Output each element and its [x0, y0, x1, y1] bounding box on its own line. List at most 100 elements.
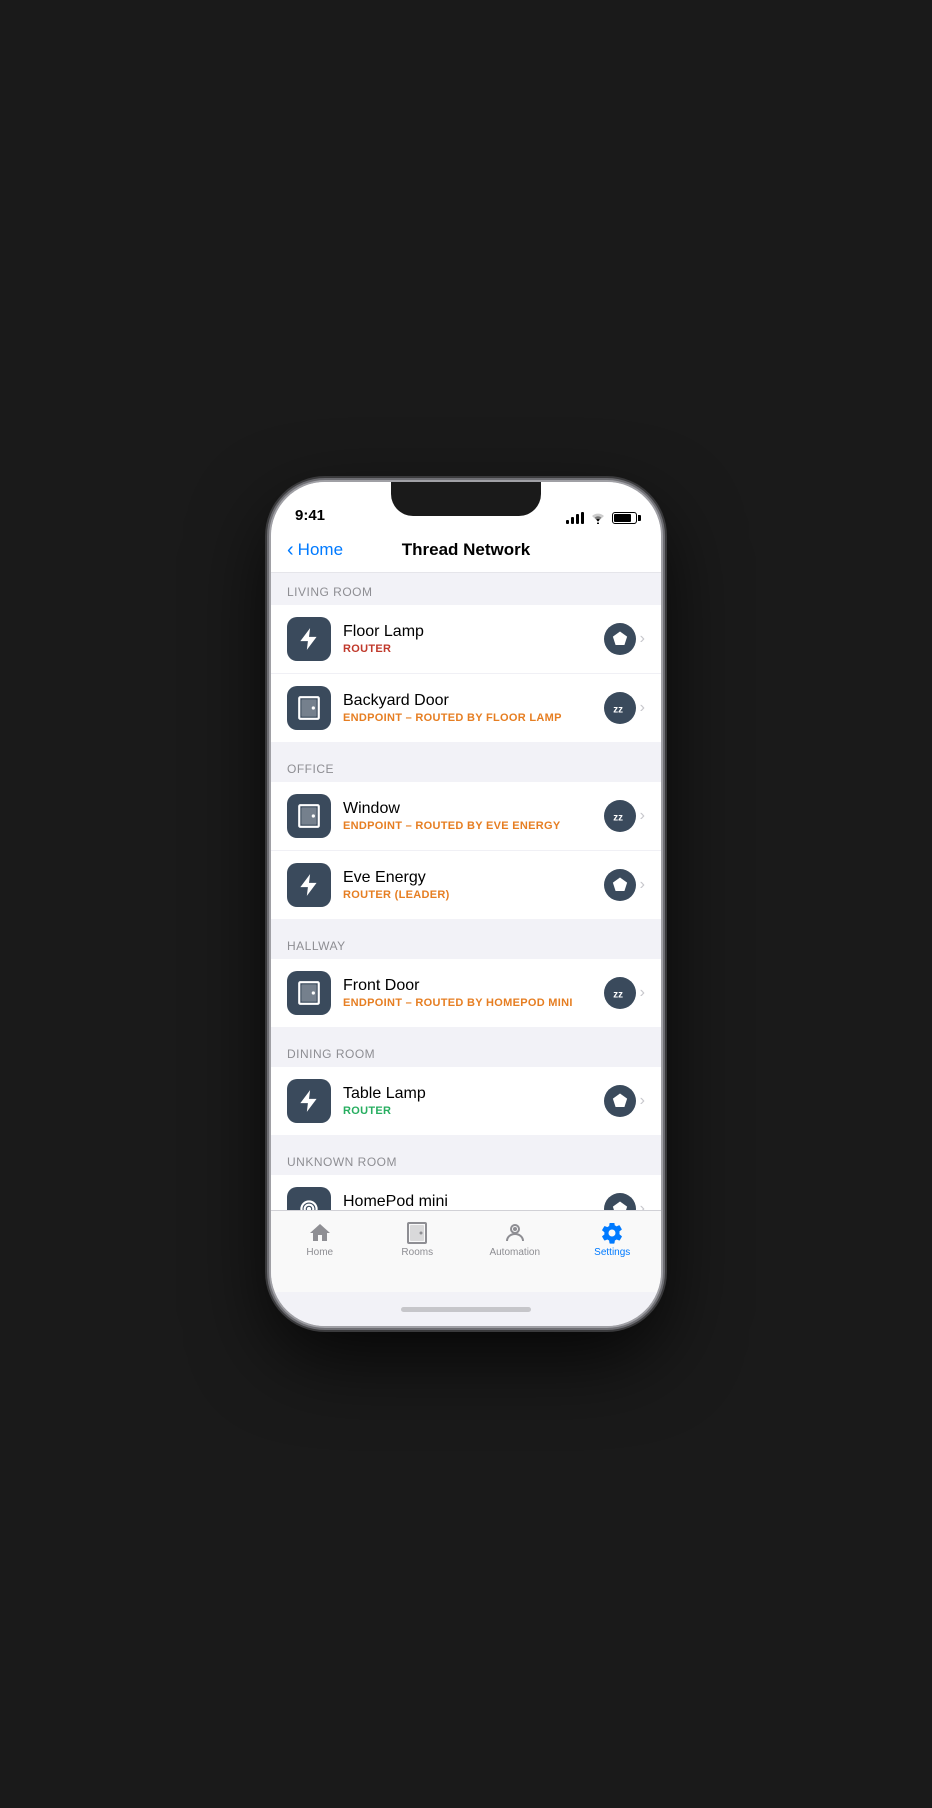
gap-2 [271, 919, 661, 927]
svg-text:zz: zz [613, 705, 623, 716]
back-label: Home [298, 540, 343, 560]
device-name-homepod-mini: HomePod mini [343, 1193, 592, 1210]
nav-header: ‹ Home Thread Network [271, 532, 661, 573]
tab-icon-rooms [405, 1221, 429, 1245]
tab-settings[interactable]: Settings [564, 1219, 662, 1258]
chevron-right-icon: › [640, 699, 645, 717]
device-icon-backyard-door [287, 686, 331, 730]
phone-frame: 9:41 [271, 482, 661, 1326]
door-icon-3 [296, 980, 322, 1006]
chevron-right-icon: › [640, 1200, 645, 1210]
bolt-icon-2 [296, 872, 322, 898]
pentagon-icon [611, 630, 629, 648]
device-info-eve-energy: Eve Energy ROUTER (LEADER) [343, 869, 592, 901]
tab-icon-automation [503, 1221, 527, 1245]
device-list-living-room: Floor Lamp ROUTER › [271, 605, 661, 742]
section-header-unknown-room: UNKNOWN ROOM [271, 1143, 661, 1175]
device-info-front-door: Front Door ENDPOINT – ROUTED BY HOMEPOD … [343, 977, 592, 1009]
tab-label-rooms: Rooms [401, 1247, 433, 1258]
section-header-hallway: HALLWAY [271, 927, 661, 959]
device-info-backyard-door: Backyard Door ENDPOINT – ROUTED BY FLOOR… [343, 692, 592, 724]
tab-bar: Home Rooms [271, 1210, 661, 1292]
door-icon [296, 695, 322, 721]
node-badge-front-door: zz [604, 977, 636, 1009]
section-header-living-room: LIVING ROOM [271, 573, 661, 605]
device-row-front-door[interactable]: Front Door ENDPOINT – ROUTED BY HOMEPOD … [271, 959, 661, 1027]
device-row-backyard-door[interactable]: Backyard Door ENDPOINT – ROUTED BY FLOOR… [271, 674, 661, 742]
device-right-table-lamp: › [604, 1085, 645, 1117]
device-row-eve-energy[interactable]: Eve Energy ROUTER (LEADER) › [271, 851, 661, 919]
device-name-table-lamp: Table Lamp [343, 1085, 592, 1103]
section-office: OFFICE Window ENDPOI [271, 750, 661, 919]
section-header-dining-room: DINING ROOM [271, 1035, 661, 1067]
device-list-unknown-room: HomePod mini ROUTER › [271, 1175, 661, 1210]
settings-icon [600, 1221, 624, 1245]
home-bar [401, 1307, 531, 1312]
device-right-backyard-door: zz › [604, 692, 645, 724]
wifi-icon [590, 512, 606, 524]
section-living-room: LIVING ROOM Floor Lamp ROUTER [271, 573, 661, 742]
device-name-backyard-door: Backyard Door [343, 692, 592, 710]
tab-automation[interactable]: Automation [466, 1219, 564, 1258]
device-right-floor-lamp: › [604, 623, 645, 655]
bolt-icon-3 [296, 1088, 322, 1114]
pentagon-icon-2 [611, 876, 629, 894]
device-icon-front-door [287, 971, 331, 1015]
door-icon-2 [296, 803, 322, 829]
device-role-front-door: ENDPOINT – ROUTED BY HOMEPOD MINI [343, 997, 592, 1009]
battery-icon [612, 512, 637, 524]
status-icons [566, 512, 637, 524]
gap-1 [271, 742, 661, 750]
homepod-icon [296, 1196, 322, 1210]
svg-text:zz: zz [613, 813, 623, 824]
device-row-homepod-mini[interactable]: HomePod mini ROUTER › [271, 1175, 661, 1210]
tab-label-settings: Settings [594, 1247, 630, 1258]
tab-rooms[interactable]: Rooms [369, 1219, 467, 1258]
device-icon-floor-lamp [287, 617, 331, 661]
zzz-icon: zz [611, 699, 629, 717]
home-icon [308, 1221, 332, 1245]
svg-text:zz: zz [613, 990, 623, 1001]
home-indicator [271, 1292, 661, 1326]
device-role-floor-lamp: ROUTER [343, 643, 592, 655]
content-scroll[interactable]: LIVING ROOM Floor Lamp ROUTER [271, 573, 661, 1210]
node-badge-eve-energy [604, 869, 636, 901]
device-icon-window [287, 794, 331, 838]
node-badge-backyard-door: zz [604, 692, 636, 724]
rooms-icon [405, 1221, 429, 1245]
chevron-right-icon: › [640, 1092, 645, 1110]
node-badge-floor-lamp [604, 623, 636, 655]
device-role-table-lamp: ROUTER [343, 1105, 592, 1117]
back-button[interactable]: ‹ Home [287, 540, 343, 560]
device-icon-table-lamp [287, 1079, 331, 1123]
section-header-office: OFFICE [271, 750, 661, 782]
gap-4 [271, 1135, 661, 1143]
device-role-eve-energy: ROUTER (LEADER) [343, 889, 592, 901]
device-name-front-door: Front Door [343, 977, 592, 995]
screen: 9:41 [271, 482, 661, 1326]
device-name-floor-lamp: Floor Lamp [343, 623, 592, 641]
device-row-window[interactable]: Window ENDPOINT – ROUTED BY EVE ENERGY z… [271, 782, 661, 851]
device-row-floor-lamp[interactable]: Floor Lamp ROUTER › [271, 605, 661, 674]
node-badge-table-lamp [604, 1085, 636, 1117]
device-info-floor-lamp: Floor Lamp ROUTER [343, 623, 592, 655]
device-row-table-lamp[interactable]: Table Lamp ROUTER › [271, 1067, 661, 1135]
device-info-homepod-mini: HomePod mini ROUTER [343, 1193, 592, 1210]
device-icon-eve-energy [287, 863, 331, 907]
section-unknown-room: UNKNOWN ROOM HomePo [271, 1143, 661, 1210]
device-right-homepod-mini: › [604, 1193, 645, 1210]
tab-home[interactable]: Home [271, 1219, 369, 1258]
pentagon-icon-4 [611, 1200, 629, 1210]
device-list-hallway: Front Door ENDPOINT – ROUTED BY HOMEPOD … [271, 959, 661, 1027]
chevron-right-icon: › [640, 807, 645, 825]
device-list-office: Window ENDPOINT – ROUTED BY EVE ENERGY z… [271, 782, 661, 919]
device-name-window: Window [343, 800, 592, 818]
device-right-eve-energy: › [604, 869, 645, 901]
device-info-table-lamp: Table Lamp ROUTER [343, 1085, 592, 1117]
chevron-right-icon: › [640, 876, 645, 894]
pentagon-icon-3 [611, 1092, 629, 1110]
device-role-window: ENDPOINT – ROUTED BY EVE ENERGY [343, 820, 592, 832]
tab-icon-settings [600, 1221, 624, 1245]
status-time: 9:41 [295, 507, 325, 524]
node-badge-window: zz [604, 800, 636, 832]
